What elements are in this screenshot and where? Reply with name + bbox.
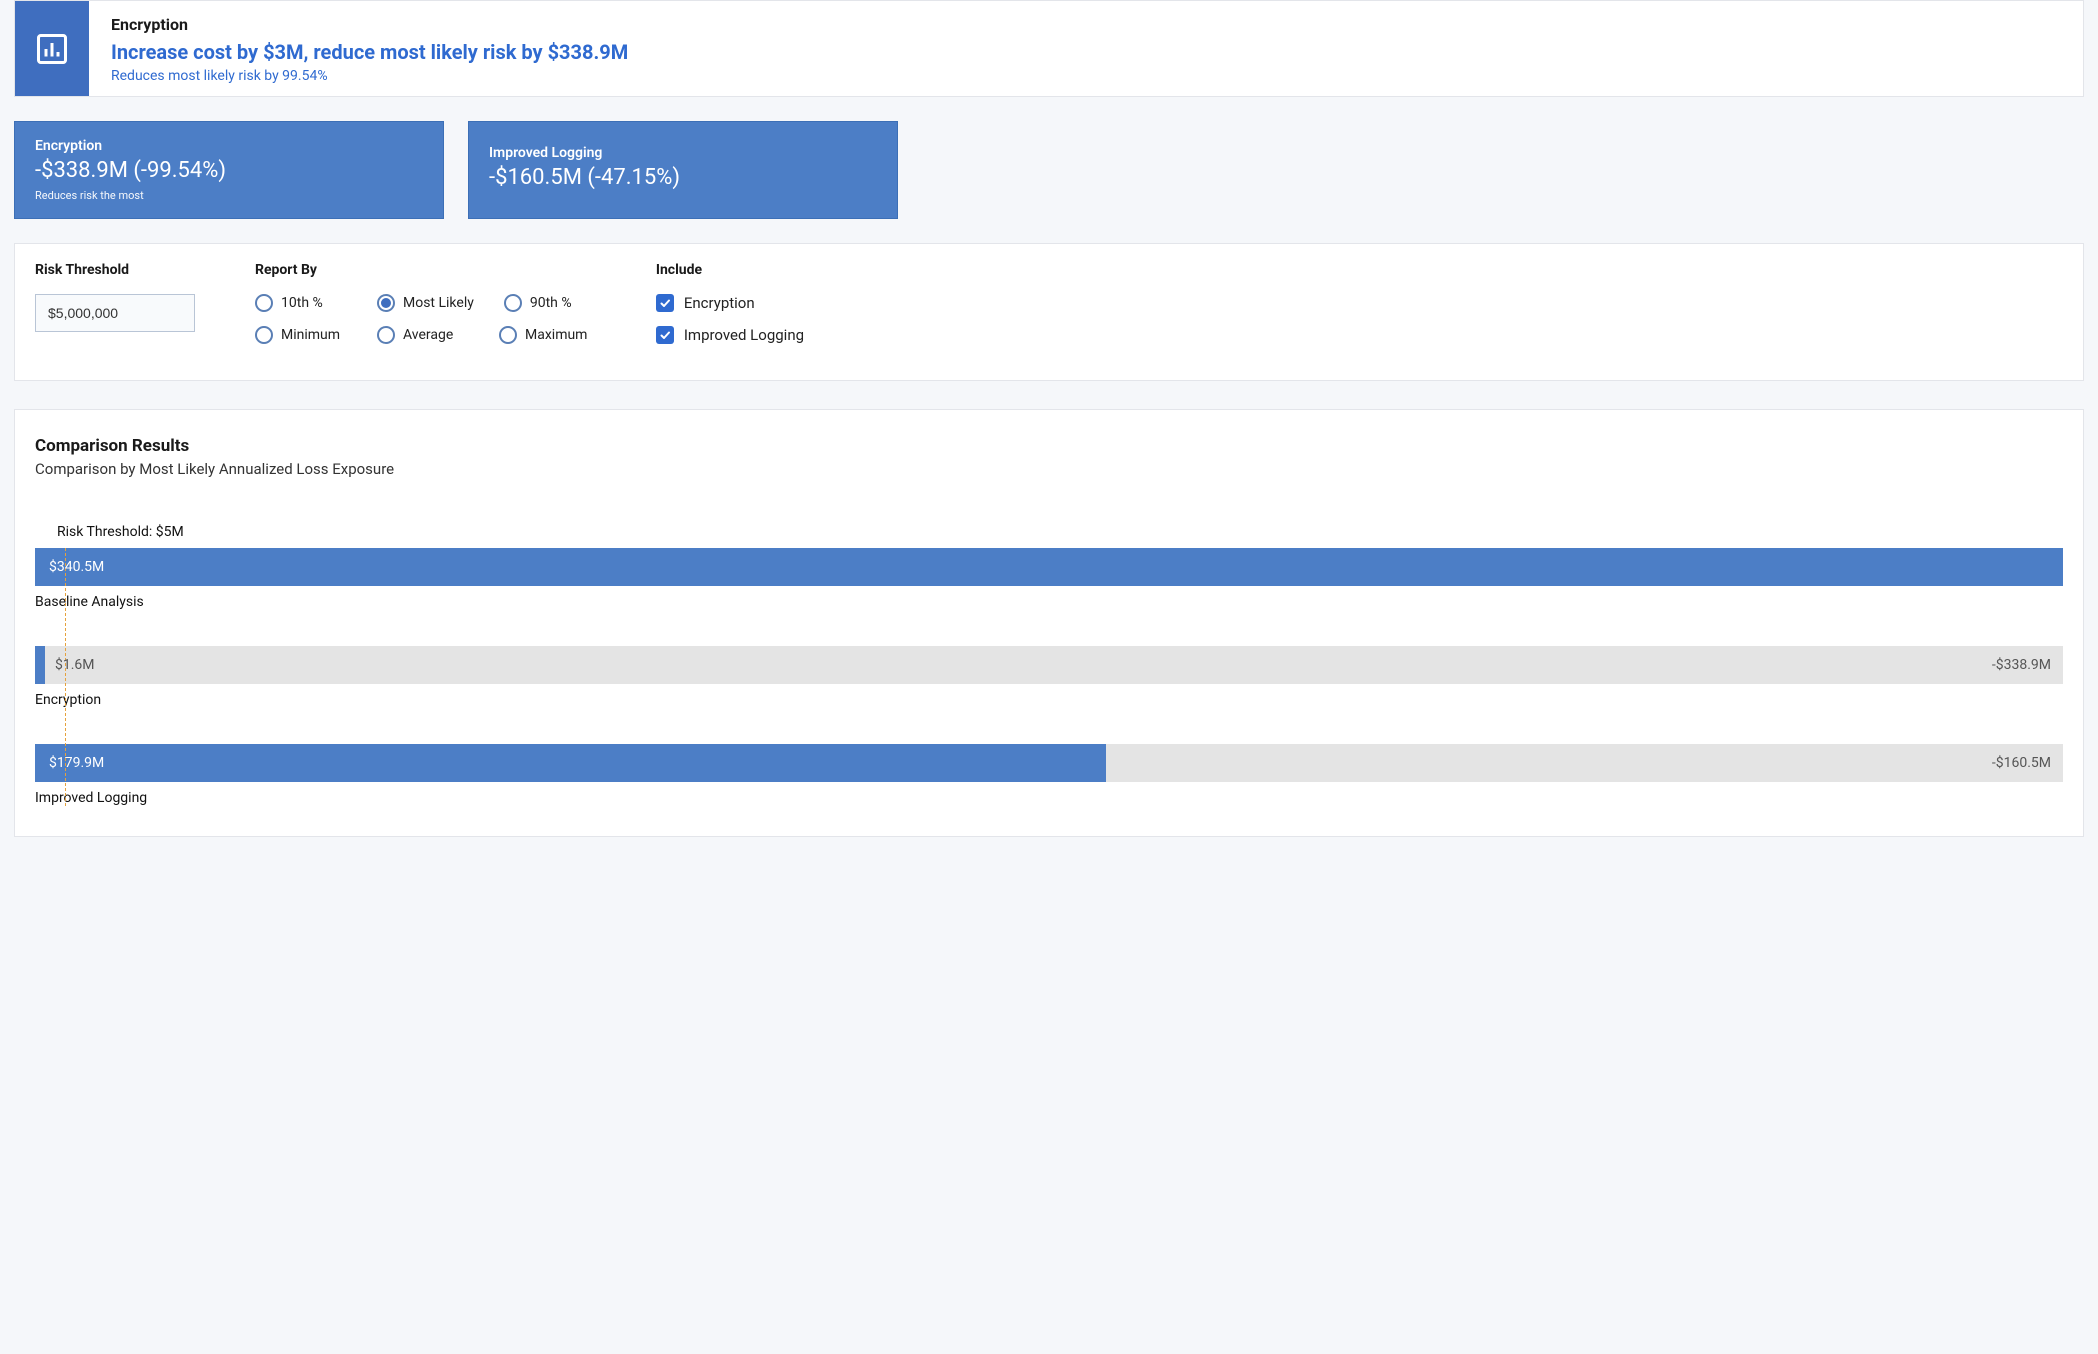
metric-card-improved-logging[interactable]: Improved Logging -$160.5M (-47.15%) [468,121,898,219]
radio-icon [377,294,395,312]
radio-label: 10th % [281,295,323,311]
radio-label: Most Likely [403,295,474,311]
checkbox-label: Improved Logging [684,326,804,344]
bar-chart-icon [15,1,89,96]
report-by-radio[interactable]: Average [377,326,469,344]
bar-group: $179.9M -$160.5M Improved Logging [35,744,2063,806]
metric-card-value: -$338.9M (-99.54%) [35,158,423,183]
report-by-radio[interactable]: 10th % [255,294,347,312]
bar-category-label: Encryption [35,692,2063,708]
radio-icon [504,294,522,312]
bar-value-label: $1.6M [55,657,95,673]
report-by-radio[interactable]: Most Likely [377,294,474,312]
include-checkbox[interactable]: Encryption [656,294,804,312]
radio-label: Average [403,327,453,343]
checkbox-checked-icon [656,326,674,344]
risk-threshold-chart-label: Risk Threshold: $5M [57,524,2063,540]
bar-track: $340.5M [35,548,2063,586]
bar-group: $340.5M Baseline Analysis [35,548,2063,610]
bar-track: $179.9M -$160.5M [35,744,2063,782]
report-by-radio[interactable]: 90th % [504,294,596,312]
bar-group: $1.6M -$338.9M Encryption [35,646,2063,708]
radio-icon [499,326,517,344]
report-by-label: Report By [255,262,596,278]
radio-icon [255,326,273,344]
bar-category-label: Improved Logging [35,790,2063,806]
risk-threshold-label: Risk Threshold [35,262,195,278]
radio-label: Minimum [281,327,340,343]
metric-card-value: -$160.5M (-47.15%) [489,165,877,190]
controls-panel: Risk Threshold Report By 10th % Most Like… [14,243,2084,381]
radio-icon [255,294,273,312]
bar-reduction-label: -$338.9M [1992,657,2051,673]
report-by-radio[interactable]: Maximum [499,326,591,344]
results-subtitle: Comparison by Most Likely Annualized Los… [35,460,2063,478]
banner-subtext: Reduces most likely risk by 99.54% [111,68,628,84]
comparison-bar-chart: Risk Threshold: $5M $340.5M Baseline Anal… [35,524,2063,806]
bar-value-label: $179.9M [49,755,104,771]
metric-card-encryption[interactable]: Encryption -$338.9M (-99.54%) Reduces ri… [14,121,444,219]
recommendation-banner: Encryption Increase cost by $3M, reduce … [14,0,2084,97]
comparison-results-panel: Comparison Results Comparison by Most Li… [14,409,2084,837]
include-checkbox[interactable]: Improved Logging [656,326,804,344]
bar-reduction-label: -$160.5M [1992,755,2051,771]
bar-fill [35,548,2063,586]
radio-icon [377,326,395,344]
banner-title: Encryption [111,15,628,34]
results-title: Comparison Results [35,436,2063,456]
bar-fill [35,646,45,684]
checkbox-label: Encryption [684,294,755,312]
include-label: Include [656,262,804,278]
bar-category-label: Baseline Analysis [35,594,2063,610]
radio-label: Maximum [525,327,587,343]
bar-track: $1.6M -$338.9M [35,646,2063,684]
metric-cards-row: Encryption -$338.9M (-99.54%) Reduces ri… [14,121,2084,219]
metric-card-title: Encryption [35,138,423,154]
banner-headline: Increase cost by $3M, reduce most likely… [111,40,628,64]
checkbox-checked-icon [656,294,674,312]
metric-card-caption: Reduces risk the most [35,189,423,202]
report-by-radio[interactable]: Minimum [255,326,347,344]
metric-card-title: Improved Logging [489,145,877,161]
risk-threshold-input[interactable] [35,294,195,332]
include-group: Include Encryption Improved Logging [656,262,804,358]
risk-threshold-group: Risk Threshold [35,262,195,332]
radio-label: 90th % [530,295,572,311]
report-by-group: Report By 10th % Most Likely 90th % Minimum… [255,262,596,344]
bar-fill [35,744,1106,782]
bar-value-label: $340.5M [49,559,104,575]
